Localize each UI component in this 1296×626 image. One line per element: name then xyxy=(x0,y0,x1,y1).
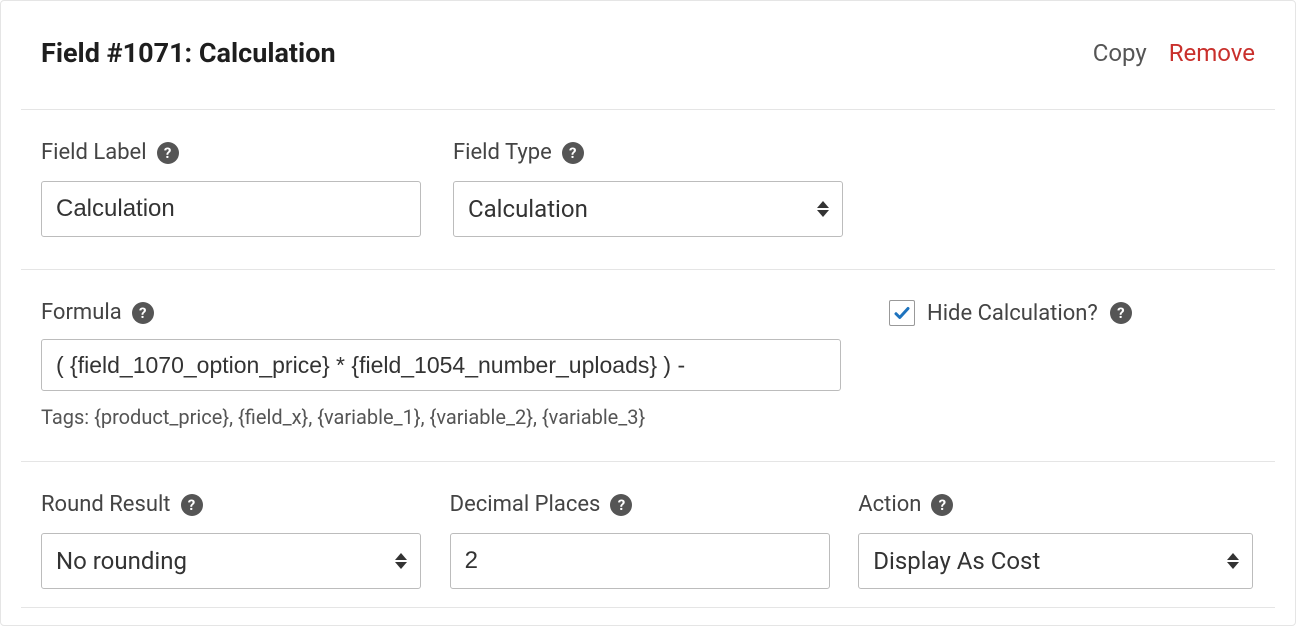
field-type-select[interactable]: Calculation xyxy=(453,181,843,237)
formula-labelrow: Formula ? xyxy=(41,300,865,325)
field-type-label: Field Type xyxy=(453,140,552,165)
round-result-label: Round Result xyxy=(41,492,171,517)
action-select[interactable]: Display As Cost xyxy=(858,533,1253,589)
hide-calc-label: Hide Calculation? xyxy=(927,301,1098,326)
round-result-value: No rounding xyxy=(41,533,421,589)
check-icon xyxy=(893,304,911,322)
hide-calc-group: Hide Calculation? ? xyxy=(865,300,1255,429)
remove-button[interactable]: Remove xyxy=(1169,39,1255,67)
action-label: Action xyxy=(858,492,921,517)
decimal-places-input[interactable] xyxy=(450,533,830,589)
field-label-group: Field Label ? xyxy=(41,140,453,237)
formula-label: Formula xyxy=(41,300,122,325)
row-round-decimal-action: Round Result ? No rounding Decimal Place… xyxy=(21,461,1275,608)
field-type-labelrow: Field Type ? xyxy=(453,140,865,165)
field-label-labelrow: Field Label ? xyxy=(41,140,453,165)
help-icon[interactable]: ? xyxy=(610,494,632,516)
decimal-places-labelrow: Decimal Places ? xyxy=(450,492,859,517)
hide-calc-row: Hide Calculation? ? xyxy=(865,300,1255,326)
decimal-places-group: Decimal Places ? xyxy=(450,492,859,589)
field-label-input[interactable] xyxy=(41,181,421,237)
help-icon[interactable]: ? xyxy=(132,302,154,324)
panel-title: Field #1071: Calculation xyxy=(41,37,336,69)
row-label-type: Field Label ? Field Type ? Calculation xyxy=(21,109,1275,269)
action-labelrow: Action ? xyxy=(858,492,1255,517)
hide-calc-checkbox[interactable] xyxy=(889,300,915,326)
action-group: Action ? Display As Cost xyxy=(858,492,1255,589)
decimal-places-label: Decimal Places xyxy=(450,492,601,517)
field-type-group: Field Type ? Calculation xyxy=(453,140,865,237)
round-result-group: Round Result ? No rounding xyxy=(41,492,450,589)
round-result-labelrow: Round Result ? xyxy=(41,492,450,517)
round-result-select[interactable]: No rounding xyxy=(41,533,421,589)
formula-input[interactable] xyxy=(41,339,841,391)
row-formula: Formula ? Tags: {product_price}, {field_… xyxy=(21,269,1275,461)
field-label-label: Field Label xyxy=(41,140,147,165)
help-icon[interactable]: ? xyxy=(181,494,203,516)
help-icon[interactable]: ? xyxy=(1110,302,1132,324)
help-icon[interactable]: ? xyxy=(931,494,953,516)
field-config-panel: Field #1071: Calculation Copy Remove Fie… xyxy=(0,0,1296,626)
help-icon[interactable]: ? xyxy=(157,142,179,164)
panel-header: Field #1071: Calculation Copy Remove xyxy=(21,13,1275,109)
action-value: Display As Cost xyxy=(858,533,1253,589)
copy-button[interactable]: Copy xyxy=(1093,39,1147,67)
help-icon[interactable]: ? xyxy=(562,142,584,164)
formula-tags-hint: Tags: {product_price}, {field_x}, {varia… xyxy=(41,405,865,429)
field-type-value: Calculation xyxy=(453,181,843,237)
header-actions: Copy Remove xyxy=(1093,39,1255,67)
formula-group: Formula ? Tags: {product_price}, {field_… xyxy=(41,300,865,429)
